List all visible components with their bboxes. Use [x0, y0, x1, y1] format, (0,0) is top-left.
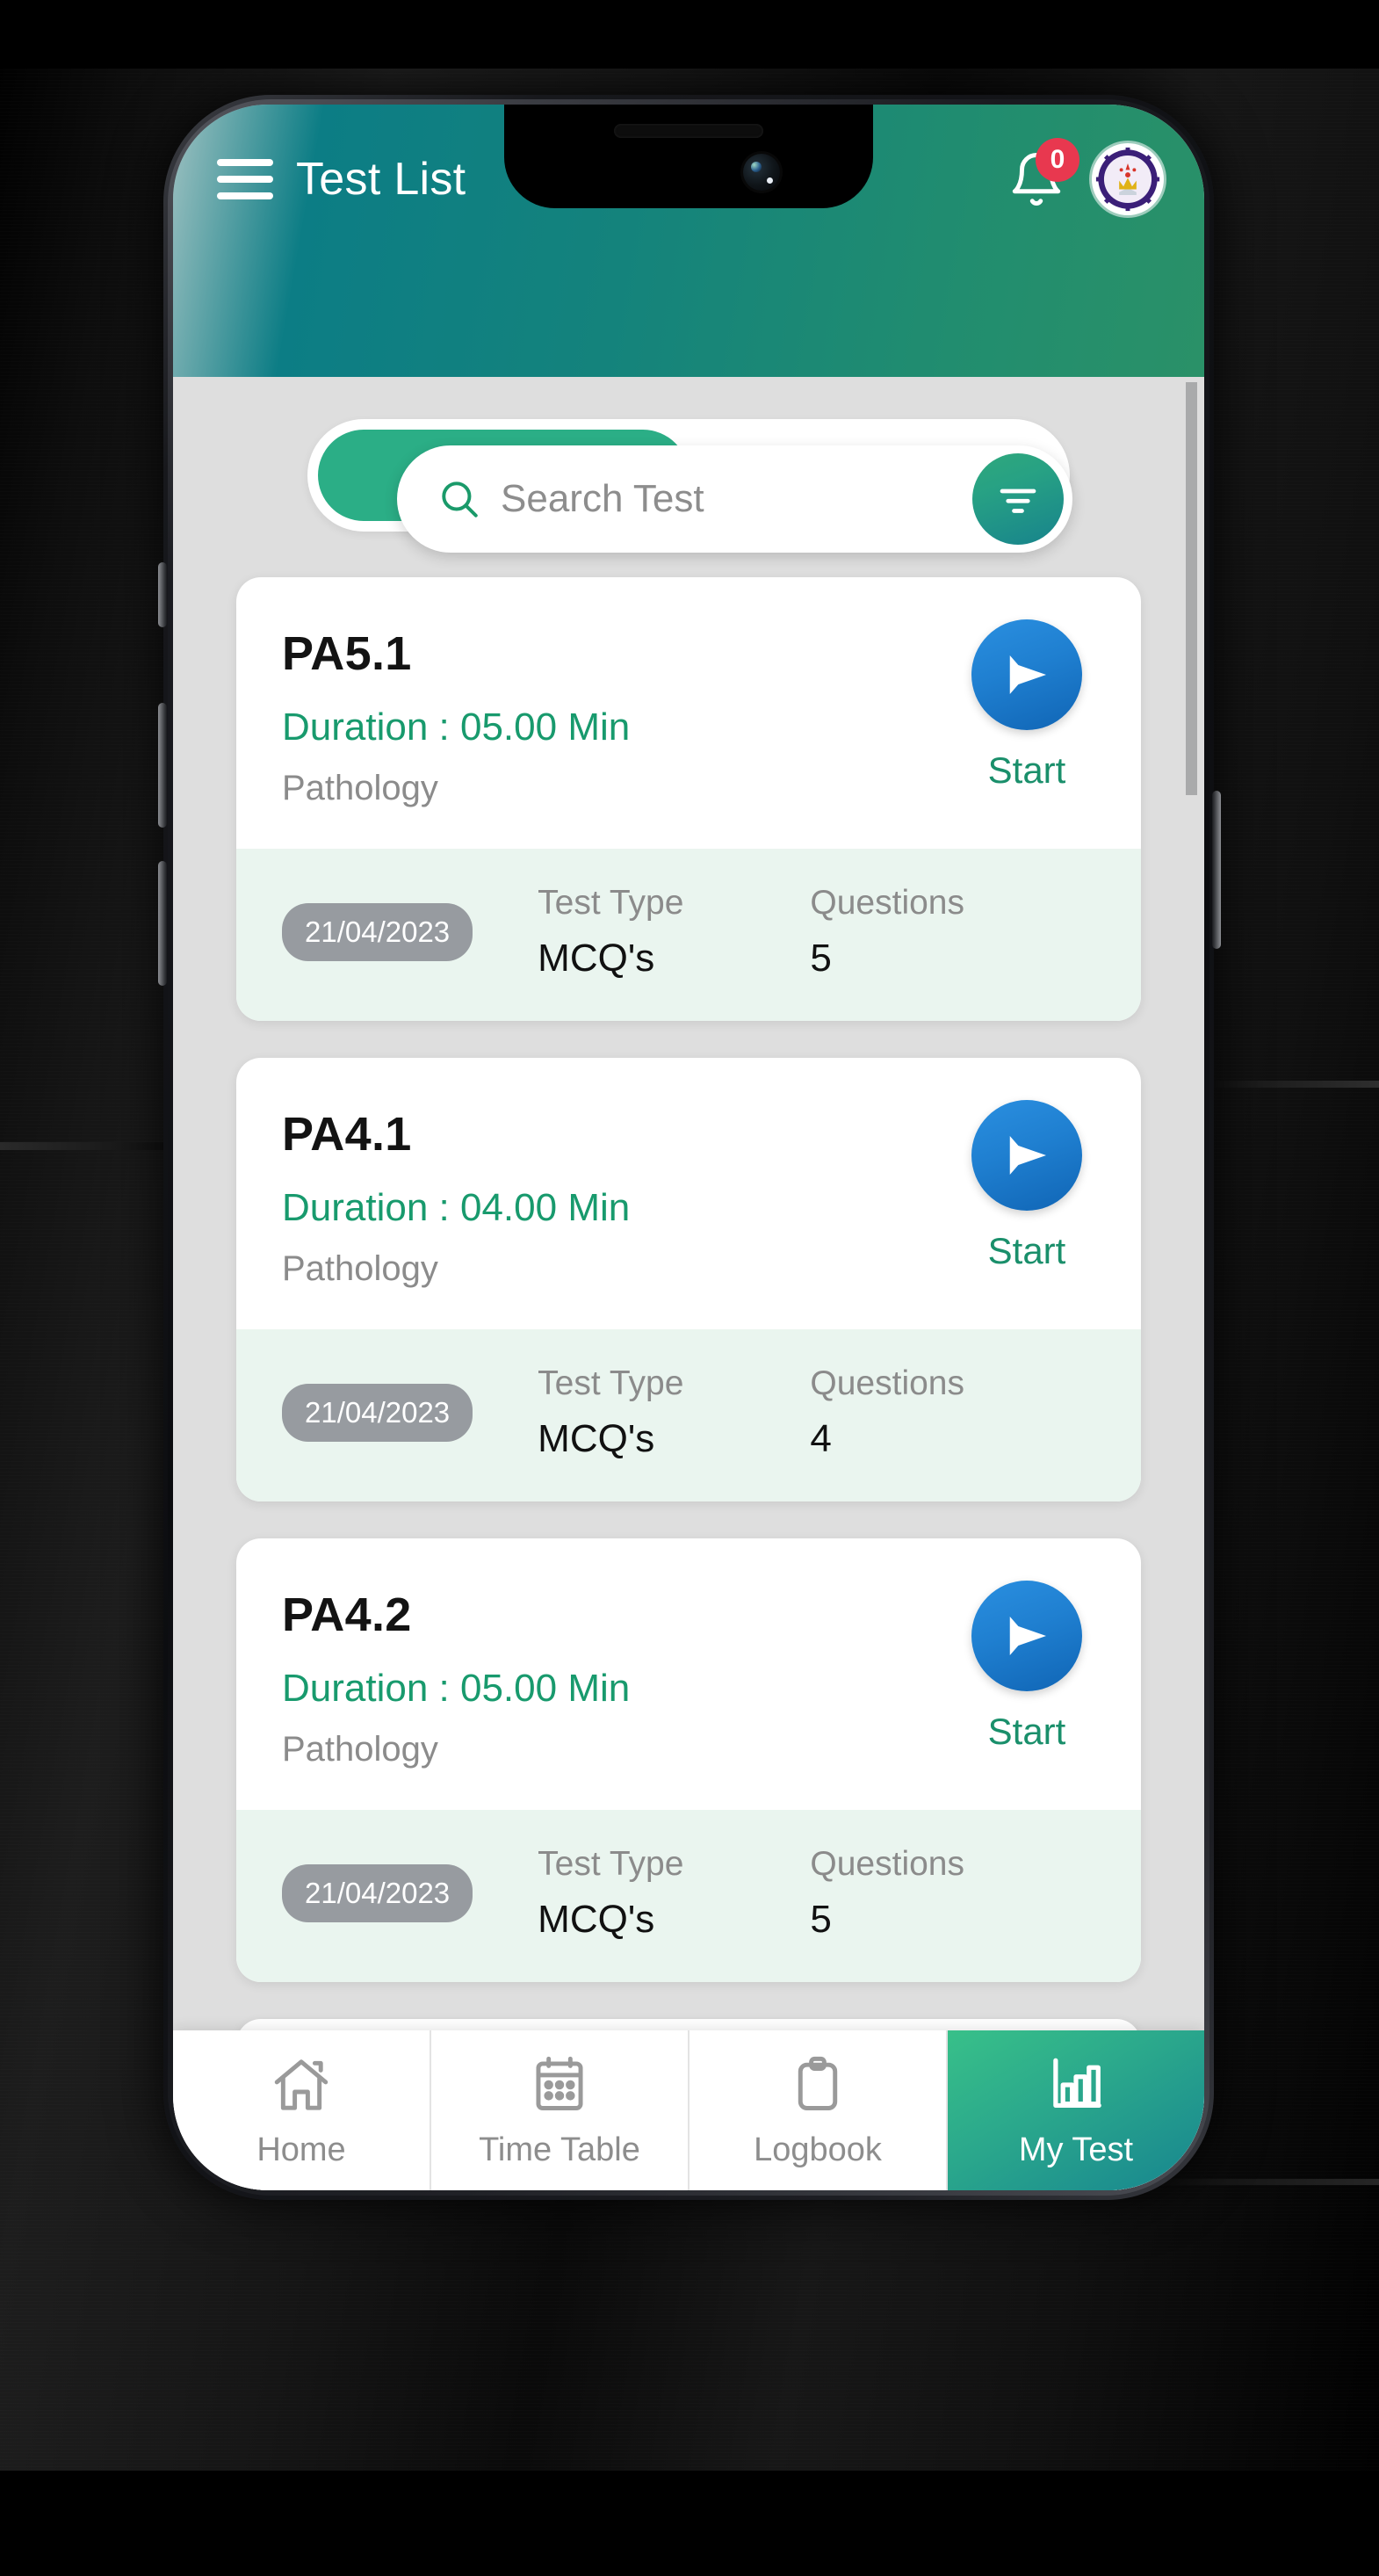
test-type-column: Test Type MCQ's — [538, 1364, 683, 1461]
questions-label: Questions — [810, 1845, 964, 1883]
test-card[interactable]: PA5.1 Duration : 05.00 Min Pathology Sta… — [236, 577, 1141, 1021]
questions-value: 4 — [810, 1417, 832, 1460]
college-logo-avatar-icon — [1092, 143, 1164, 215]
desk-seam-left — [0, 1142, 184, 1150]
questions-value: 5 — [810, 937, 832, 980]
nav-item-home[interactable]: Home — [173, 2030, 431, 2190]
hamburger-menu-icon[interactable] — [217, 159, 273, 199]
test-date-chip: 21/04/2023 — [282, 1864, 473, 1922]
questions-column: Questions 5 — [810, 884, 964, 980]
front-camera — [743, 154, 780, 191]
test-type-column: Test Type MCQ's — [538, 884, 683, 980]
start-label: Start — [987, 1230, 1066, 1271]
test-type-value: MCQ's — [538, 1898, 655, 1941]
test-card-header: PA4.1 Duration : 04.00 Min Pathology Sta… — [236, 1058, 1141, 1329]
test-card-header: PA4.2 Duration : 05.00 Min Pathology Sta… — [236, 1538, 1141, 1810]
send-arrow-icon — [1009, 1617, 1046, 1655]
search-bar[interactable] — [397, 445, 1072, 553]
test-card-footer: 21/04/2023 Test Type MCQ's Questions 4 — [236, 1329, 1141, 1501]
send-arrow-icon — [1009, 1136, 1046, 1175]
avatar[interactable] — [1092, 143, 1164, 215]
filter-button[interactable] — [972, 453, 1064, 545]
calendar-icon — [536, 2056, 583, 2110]
mute-switch-button[interactable] — [158, 562, 167, 627]
send-arrow-icon — [1009, 655, 1046, 694]
test-date-chip: 21/04/2023 — [282, 1384, 473, 1442]
test-card-footer: 21/04/2023 Test Type MCQ's Questions 5 — [236, 849, 1141, 1021]
notification-bell-button[interactable]: 0 — [1004, 138, 1079, 212]
page-title: Test List — [296, 154, 466, 205]
start-button[interactable] — [971, 619, 1082, 730]
questions-column: Questions 4 — [810, 1364, 964, 1461]
test-list: PA5.1 Duration : 05.00 Min Pathology Sta… — [173, 577, 1204, 2190]
test-card-footer: 21/04/2023 Test Type MCQ's Questions 5 — [236, 1810, 1141, 1982]
nav-label-my-test: My Test — [1018, 2131, 1134, 2168]
questions-label: Questions — [810, 884, 964, 922]
questions-column: Questions 5 — [810, 1845, 964, 1942]
filter-icon — [1000, 488, 1036, 513]
nav-item-my-test[interactable]: My Test — [948, 2030, 1204, 2190]
start-label: Start — [987, 1711, 1066, 1752]
home-indicator — [544, 2166, 834, 2176]
volume-up-button[interactable] — [158, 703, 167, 828]
notification-badge: 0 — [1036, 138, 1079, 182]
backdrop-top-band — [0, 0, 1379, 69]
nav-label-time-table: Time Table — [479, 2131, 640, 2168]
start-button[interactable] — [971, 1100, 1082, 1211]
clipboard-icon — [798, 2056, 838, 2110]
scrollbar-thumb[interactable] — [1186, 382, 1197, 795]
dynamic-island-notch — [504, 105, 873, 208]
test-type-label: Test Type — [538, 1845, 684, 1883]
bar-chart-icon — [1053, 2058, 1101, 2108]
scrollbar-track[interactable] — [1185, 377, 1199, 2190]
test-type-label: Test Type — [538, 1364, 684, 1402]
search-icon — [437, 477, 481, 521]
earpiece-speaker — [614, 124, 763, 138]
content-area: Upcoming Completed PA5.1 Duration : 05.0… — [173, 377, 1204, 2190]
nav-label-logbook: Logbook — [754, 2131, 882, 2168]
start-test-control[interactable]: Start — [962, 619, 1092, 792]
nav-label-home: Home — [256, 2131, 346, 2168]
start-test-control[interactable]: Start — [962, 1581, 1092, 1753]
test-card[interactable]: PA4.2 Duration : 05.00 Min Pathology Sta… — [236, 1538, 1141, 1982]
home-icon — [274, 2059, 329, 2110]
start-label: Start — [987, 749, 1066, 791]
test-type-column: Test Type MCQ's — [538, 1845, 683, 1942]
test-card[interactable]: PA4.1 Duration : 04.00 Min Pathology Sta… — [236, 1058, 1141, 1501]
test-card-header: PA5.1 Duration : 05.00 Min Pathology Sta… — [236, 577, 1141, 849]
test-type-value: MCQ's — [538, 1417, 655, 1460]
start-button[interactable] — [971, 1581, 1082, 1691]
backdrop-bottom-band — [0, 2471, 1379, 2576]
questions-value: 5 — [810, 1898, 832, 1941]
test-date-chip: 21/04/2023 — [282, 903, 473, 961]
test-type-label: Test Type — [538, 884, 684, 922]
questions-label: Questions — [810, 1364, 964, 1402]
start-test-control[interactable]: Start — [962, 1100, 1092, 1272]
phone-screen: Test List 0 Search Test PA5.1 Duration:… — [173, 105, 1204, 2190]
volume-down-button[interactable] — [158, 861, 167, 986]
power-button[interactable] — [1212, 791, 1221, 949]
test-type-value: MCQ's — [538, 937, 655, 980]
